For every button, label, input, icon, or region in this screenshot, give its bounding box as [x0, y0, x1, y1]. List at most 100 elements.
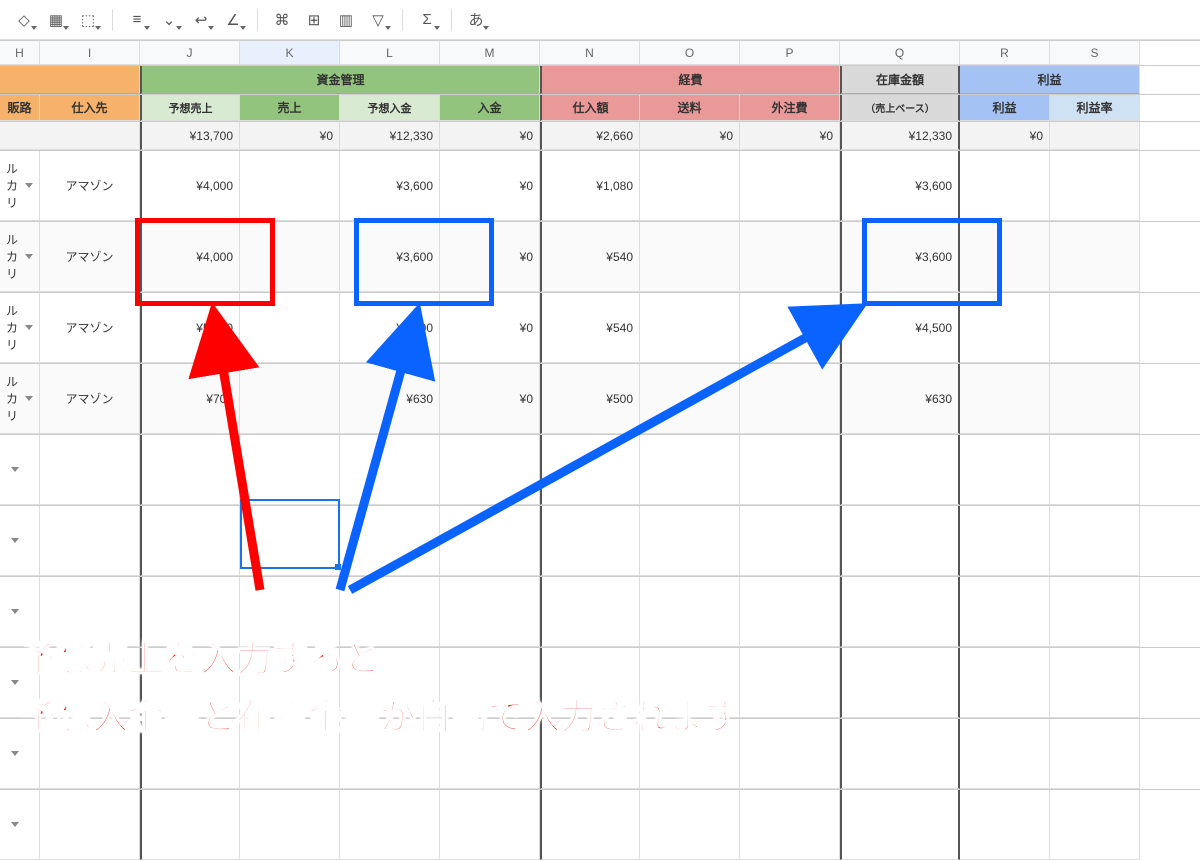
cell[interactable] [340, 506, 440, 576]
cell-hanro[interactable]: ルカリ [0, 364, 40, 434]
cell[interactable] [1050, 506, 1140, 576]
col-head-N[interactable]: N [540, 41, 640, 65]
cell[interactable] [540, 435, 640, 505]
cell-uriage[interactable] [240, 293, 340, 363]
col-head-Q[interactable]: Q [840, 41, 960, 65]
cell[interactable] [1050, 648, 1140, 718]
cell-gaichuu[interactable] [740, 364, 840, 434]
cell[interactable] [1050, 719, 1140, 789]
cell-uriage[interactable] [240, 222, 340, 292]
rotate-button[interactable]: ∠ [219, 6, 247, 34]
cell-gaichuu[interactable] [740, 222, 840, 292]
cell[interactable] [440, 506, 540, 576]
cell-yoso-uriage[interactable]: ¥4,000 [140, 151, 240, 221]
cell-nyukin[interactable]: ¥0 [440, 293, 540, 363]
insert-link-button[interactable]: ⌘ [268, 6, 296, 34]
col-head-I[interactable]: I [40, 41, 140, 65]
cell-vendor[interactable]: アマゾン [40, 222, 140, 292]
cell[interactable] [960, 506, 1050, 576]
total-gaichuu[interactable]: ¥0 [740, 122, 840, 150]
cell[interactable] [540, 506, 640, 576]
insert-comment-button[interactable]: ⊞ [300, 6, 328, 34]
cell[interactable] [960, 648, 1050, 718]
cell[interactable] [960, 577, 1050, 647]
col-head-L[interactable]: L [340, 41, 440, 65]
cell-souryou[interactable] [640, 364, 740, 434]
total-shiiregaku[interactable]: ¥2,660 [540, 122, 640, 150]
cell-zaiko[interactable]: ¥630 [840, 364, 960, 434]
col-head-P[interactable]: P [740, 41, 840, 65]
cell-hanro[interactable]: ルカリ [0, 293, 40, 363]
cell-riekiritsu[interactable] [1050, 151, 1140, 221]
total-rieki[interactable]: ¥0 [960, 122, 1050, 150]
fill-color-button[interactable]: ◇ [10, 6, 38, 34]
cell[interactable] [140, 435, 240, 505]
borders-button[interactable]: ▦ [42, 6, 70, 34]
cell[interactable] [440, 435, 540, 505]
cell[interactable] [1050, 435, 1140, 505]
cell-rieki[interactable] [960, 151, 1050, 221]
total-yoso-uriage[interactable]: ¥13,700 [140, 122, 240, 150]
cell-souryou[interactable] [640, 222, 740, 292]
cell[interactable] [960, 719, 1050, 789]
cell-nyukin[interactable]: ¥0 [440, 222, 540, 292]
cell[interactable] [840, 577, 960, 647]
cell-riekiritsu[interactable] [1050, 364, 1140, 434]
cell-souryou[interactable] [640, 151, 740, 221]
cell-gaichuu[interactable] [740, 293, 840, 363]
col-head-H[interactable]: H [0, 41, 40, 65]
cell[interactable] [0, 435, 40, 505]
col-head-J[interactable]: J [140, 41, 240, 65]
cell[interactable] [960, 435, 1050, 505]
cell-shiiregaku[interactable]: ¥1,080 [540, 151, 640, 221]
cell-zaiko[interactable]: ¥4,500 [840, 293, 960, 363]
functions-button[interactable]: Σ [413, 6, 441, 34]
valign-button[interactable]: ⌄ [155, 6, 183, 34]
cell[interactable] [140, 506, 240, 576]
cell[interactable] [840, 648, 960, 718]
cell-shiiregaku[interactable]: ¥540 [540, 222, 640, 292]
cell-yoso-uriage[interactable]: ¥4,000 [140, 222, 240, 292]
cell-riekiritsu[interactable] [1050, 293, 1140, 363]
cell-vendor[interactable]: アマゾン [40, 151, 140, 221]
col-head-M[interactable]: M [440, 41, 540, 65]
col-head-R[interactable]: R [960, 41, 1050, 65]
cell[interactable] [0, 122, 140, 150]
cell[interactable] [40, 506, 140, 576]
wrap-button[interactable]: ↩ [187, 6, 215, 34]
total-zaiko[interactable]: ¥12,330 [840, 122, 960, 150]
cell[interactable] [740, 577, 840, 647]
cell-souryou[interactable] [640, 293, 740, 363]
cell-nyukin[interactable]: ¥0 [440, 151, 540, 221]
cell[interactable] [840, 719, 960, 789]
cell[interactable] [740, 719, 840, 789]
cell-yoso-nyukin[interactable]: ¥4,500 [340, 293, 440, 363]
col-head-S[interactable]: S [1050, 41, 1140, 65]
cell[interactable] [840, 506, 960, 576]
col-head-K[interactable]: K [240, 41, 340, 65]
cell[interactable] [40, 435, 140, 505]
cell-nyukin[interactable]: ¥0 [440, 364, 540, 434]
halign-button[interactable]: ≡ [123, 6, 151, 34]
cell[interactable] [340, 435, 440, 505]
merge-cells-button[interactable]: ⬚ [74, 6, 102, 34]
cell-yoso-nyukin[interactable]: ¥630 [340, 364, 440, 434]
cell-yoso-uriage[interactable]: ¥5,000 [140, 293, 240, 363]
total-yoso-nyukin[interactable]: ¥12,330 [340, 122, 440, 150]
cell-vendor[interactable]: アマゾン [40, 364, 140, 434]
cell-vendor[interactable]: アマゾン [40, 293, 140, 363]
input-tools-button[interactable]: あ [462, 6, 490, 34]
cell-zaiko[interactable]: ¥3,600 [840, 222, 960, 292]
cell[interactable] [1050, 577, 1140, 647]
cell-yoso-uriage[interactable]: ¥700 [140, 364, 240, 434]
col-head-O[interactable]: O [640, 41, 740, 65]
cell[interactable] [640, 506, 740, 576]
cell-hanro[interactable]: ルカリ [0, 222, 40, 292]
cell-rieki[interactable] [960, 293, 1050, 363]
cell-hanro[interactable]: ルカリ [0, 151, 40, 221]
cell[interactable] [640, 435, 740, 505]
total-uriage[interactable]: ¥0 [240, 122, 340, 150]
cell-shiiregaku[interactable]: ¥540 [540, 293, 640, 363]
cell-yoso-nyukin[interactable]: ¥3,600 [340, 151, 440, 221]
total-riekiritsu[interactable] [1050, 122, 1140, 150]
